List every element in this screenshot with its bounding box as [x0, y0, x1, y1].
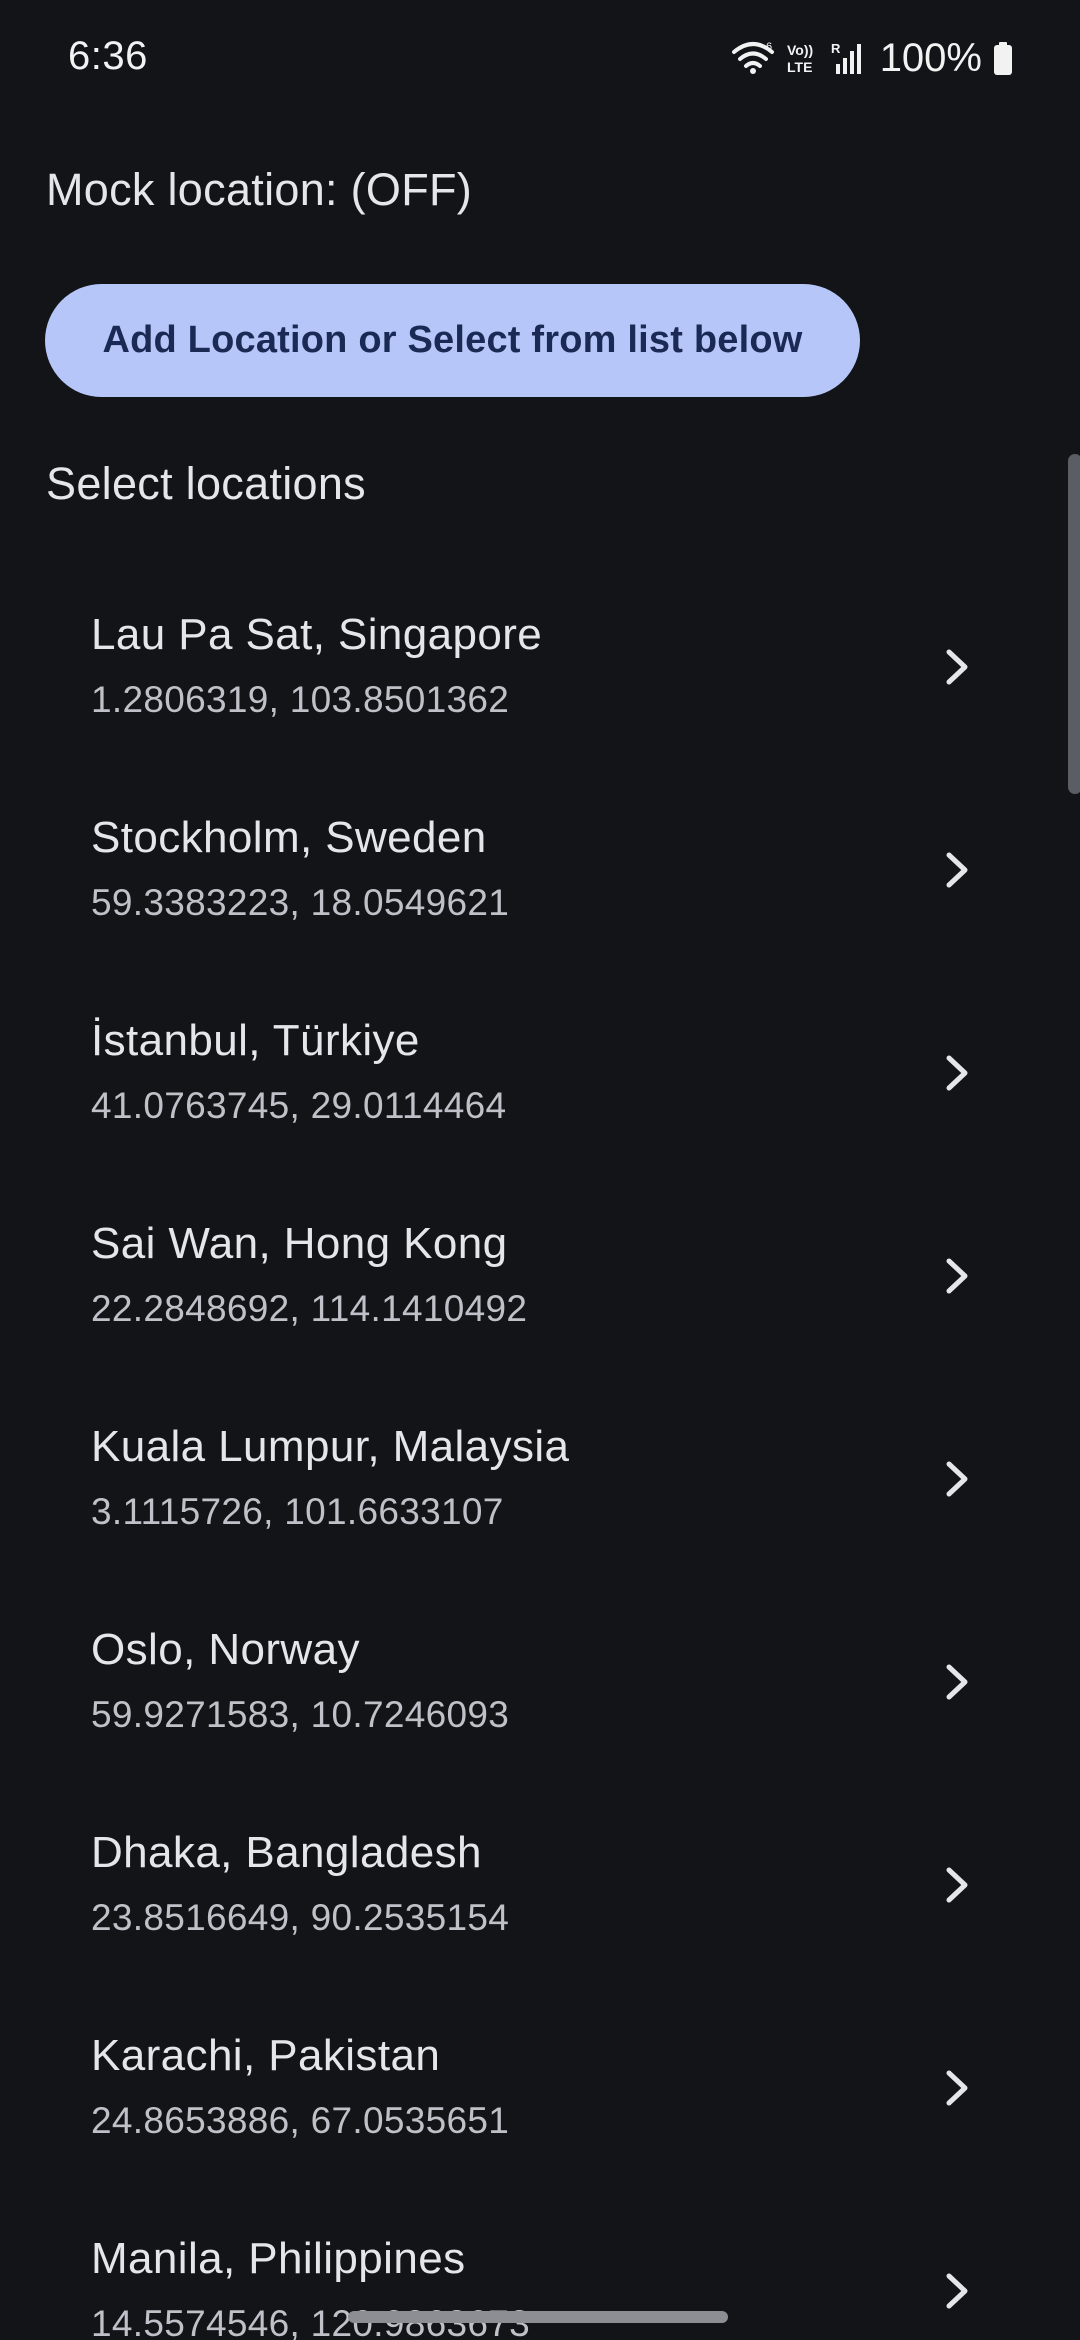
- location-item[interactable]: Karachi, Pakistan 24.8653886, 67.0535651: [0, 1987, 1080, 2190]
- chevron-right-icon: [946, 1461, 968, 1497]
- location-coordinates: 59.3383223, 18.0549621: [91, 882, 510, 923]
- location-coordinates: 41.0763745, 29.0114464: [91, 1085, 507, 1126]
- location-item[interactable]: Stockholm, Sweden 59.3383223, 18.0549621: [0, 769, 1080, 972]
- mock-location-status: Mock location: (OFF): [46, 164, 473, 215]
- chevron-right-icon: [946, 1258, 968, 1294]
- svg-text:Vo)): Vo)): [787, 42, 813, 58]
- location-item[interactable]: Lau Pa Sat, Singapore 1.2806319, 103.850…: [0, 566, 1080, 769]
- chevron-right-icon: [946, 2070, 968, 2106]
- location-coordinates: 3.1115726, 101.6633107: [91, 1491, 504, 1532]
- status-icons: 6 Vo)) LTE R 100%: [730, 34, 1014, 82]
- location-name: Dhaka, Bangladesh: [91, 1828, 482, 1877]
- location-item[interactable]: Dhaka, Bangladesh 23.8516649, 90.2535154: [0, 1784, 1080, 1987]
- location-coordinates: 24.8653886, 67.0535651: [91, 2100, 510, 2141]
- home-indicator[interactable]: [348, 2311, 728, 2323]
- location-name: Lau Pa Sat, Singapore: [91, 610, 543, 659]
- svg-text:LTE: LTE: [787, 59, 812, 75]
- location-name: Kuala Lumpur, Malaysia: [91, 1422, 570, 1471]
- chevron-right-icon: [946, 1055, 968, 1091]
- location-coordinates: 59.9271583, 10.7246093: [91, 1694, 510, 1735]
- add-location-button[interactable]: Add Location or Select from list below: [45, 284, 860, 397]
- wifi-icon: 6: [730, 40, 776, 76]
- svg-text:R: R: [831, 41, 841, 56]
- battery-percent: 100%: [879, 35, 982, 80]
- chevron-right-icon: [946, 2273, 968, 2309]
- scrollbar[interactable]: [1068, 454, 1080, 794]
- location-name: Stockholm, Sweden: [91, 813, 487, 862]
- chevron-right-icon: [946, 649, 968, 685]
- battery-icon: [992, 40, 1014, 76]
- location-item[interactable]: Sai Wan, Hong Kong 22.2848692, 114.14104…: [0, 1175, 1080, 1378]
- chevron-right-icon: [946, 1867, 968, 1903]
- svg-text:6: 6: [766, 41, 772, 53]
- section-title: Select locations: [46, 458, 366, 509]
- location-name: İstanbul, Türkiye: [91, 1016, 420, 1065]
- signal-icon: R: [830, 40, 864, 76]
- location-coordinates: 23.8516649, 90.2535154: [91, 1897, 510, 1938]
- location-item[interactable]: Oslo, Norway 59.9271583, 10.7246093: [0, 1581, 1080, 1784]
- location-name: Karachi, Pakistan: [91, 2031, 441, 2080]
- status-time: 6:36: [68, 34, 148, 78]
- location-list: Lau Pa Sat, Singapore 1.2806319, 103.850…: [0, 566, 1080, 2340]
- location-coordinates: 1.2806319, 103.8501362: [91, 679, 510, 720]
- location-coordinates: 22.2848692, 114.1410492: [91, 1288, 528, 1329]
- status-bar: 6:36 6 Vo)) LTE R 100%: [0, 0, 1080, 118]
- location-name: Sai Wan, Hong Kong: [91, 1219, 508, 1268]
- location-name: Oslo, Norway: [91, 1625, 360, 1674]
- screen: 6:36 6 Vo)) LTE R 100% Mock location: (O…: [0, 0, 1080, 2340]
- location-item[interactable]: Kuala Lumpur, Malaysia 3.1115726, 101.66…: [0, 1378, 1080, 1581]
- chevron-right-icon: [946, 1664, 968, 1700]
- location-name: Manila, Philippines: [91, 2234, 466, 2283]
- volte-icon: Vo)) LTE: [786, 40, 820, 76]
- chevron-right-icon: [946, 852, 968, 888]
- location-item[interactable]: İstanbul, Türkiye 41.0763745, 29.0114464: [0, 972, 1080, 1175]
